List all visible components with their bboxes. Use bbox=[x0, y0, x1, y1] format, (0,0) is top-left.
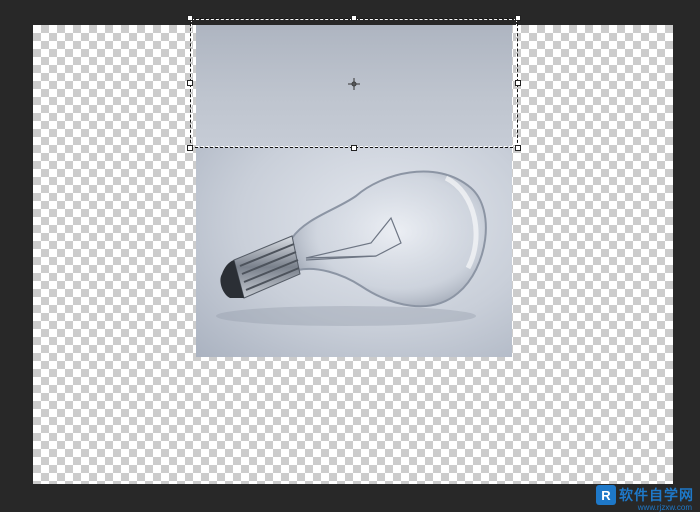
transform-handle-left[interactable] bbox=[187, 80, 193, 86]
transform-handle-top-left[interactable] bbox=[187, 15, 193, 21]
watermark-logo-icon: R bbox=[596, 485, 616, 505]
transform-handle-top-right[interactable] bbox=[515, 15, 521, 21]
transform-handle-right[interactable] bbox=[515, 80, 521, 86]
watermark-text: 软件自学网 bbox=[619, 487, 694, 503]
light-bulb-icon bbox=[216, 170, 487, 326]
transform-handle-bottom[interactable] bbox=[351, 145, 357, 151]
transform-handle-bottom-right[interactable] bbox=[515, 145, 521, 151]
reference-point-icon[interactable] bbox=[348, 78, 360, 90]
lightbulb-photo[interactable] bbox=[196, 148, 512, 357]
transform-handle-bottom-left[interactable] bbox=[187, 145, 193, 151]
transform-handle-top[interactable] bbox=[351, 15, 357, 21]
watermark-url: www.rjzxw.com bbox=[637, 503, 692, 512]
